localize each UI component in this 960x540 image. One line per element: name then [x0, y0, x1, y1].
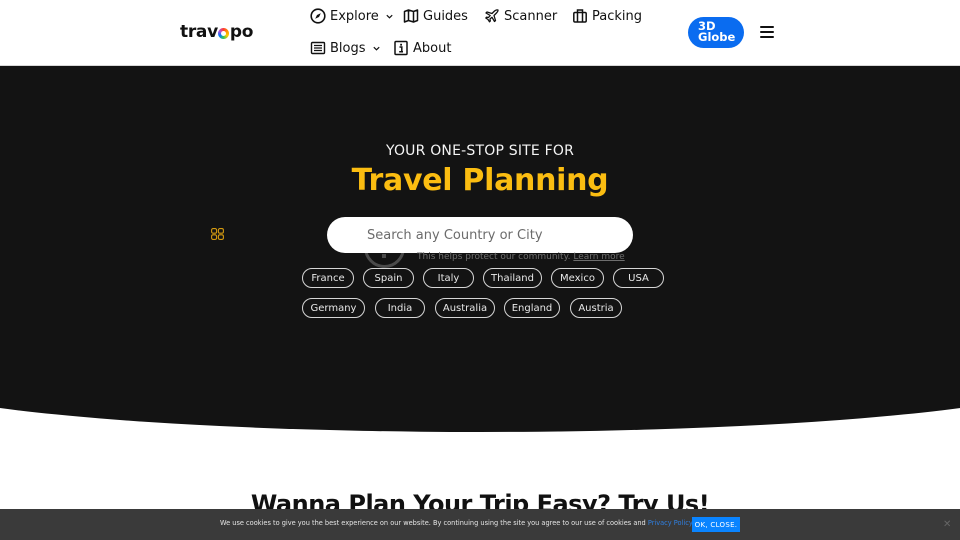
- map-icon: [403, 9, 419, 23]
- nav-scanner-label: Scanner: [504, 8, 558, 24]
- captcha-learn-more-link[interactable]: Learn more: [573, 252, 624, 262]
- privacy-policy-link[interactable]: Privacy Policy: [648, 519, 692, 527]
- nav-about[interactable]: About: [393, 40, 451, 56]
- nav-packing-label: Packing: [592, 8, 643, 24]
- logo-text-prefix: trav: [180, 22, 218, 42]
- search-input[interactable]: [327, 217, 633, 253]
- luggage-icon: [573, 9, 587, 23]
- chip-australia[interactable]: Australia: [435, 298, 495, 318]
- 3d-globe-button[interactable]: 3D Globe: [688, 17, 744, 48]
- hero-tagline: YOUR ONE-STOP SITE FOR: [385, 143, 575, 159]
- chip-england[interactable]: England: [504, 298, 560, 318]
- chip-france[interactable]: France: [302, 268, 354, 288]
- logo[interactable]: trav po: [180, 22, 253, 42]
- captcha-notice: This helps protect our community. Learn …: [417, 252, 625, 262]
- nav-explore-label: Explore: [330, 8, 379, 24]
- site-header: trav po Explore Guides Scanner Packing Bl…: [0, 0, 960, 66]
- nav-blogs[interactable]: Blogs: [310, 40, 381, 56]
- news-icon: [310, 41, 326, 55]
- close-icon[interactable]: ✕: [943, 519, 951, 530]
- nav-guides[interactable]: Guides: [403, 8, 468, 24]
- nav-packing[interactable]: Packing: [572, 8, 642, 24]
- nav-scanner[interactable]: Scanner: [484, 8, 557, 24]
- chip-usa[interactable]: USA: [613, 268, 664, 288]
- chip-thailand[interactable]: Thailand: [483, 268, 542, 288]
- chip-india[interactable]: India: [375, 298, 425, 318]
- hero-headline: Travel Planning: [351, 163, 609, 198]
- chip-mexico[interactable]: Mexico: [551, 268, 604, 288]
- nav-blogs-label: Blogs: [330, 40, 366, 56]
- nav-explore[interactable]: Explore: [310, 8, 394, 24]
- chevron-down-icon: [386, 14, 393, 19]
- logo-color-ring-icon: [218, 28, 230, 39]
- cookie-message-text: We use cookies to give you the best expe…: [220, 519, 648, 527]
- hamburger-icon[interactable]: [760, 26, 774, 38]
- nav-guides-label: Guides: [423, 8, 468, 24]
- info-icon: [394, 40, 408, 56]
- chevron-down-icon: [372, 46, 380, 51]
- compass-icon: [310, 8, 326, 24]
- cookie-ok-button[interactable]: OK, CLOSE.: [692, 517, 740, 532]
- chip-italy[interactable]: Italy: [423, 268, 474, 288]
- cookie-message: We use cookies to give you the best expe…: [220, 519, 694, 527]
- plane-icon: [485, 9, 499, 23]
- logo-text-suffix: po: [229, 22, 254, 42]
- globe-button-line2: Globe: [698, 30, 736, 44]
- nav-about-label: About: [413, 40, 452, 56]
- chip-austria[interactable]: Austria: [570, 298, 622, 318]
- cookie-banner: We use cookies to give you the best expe…: [0, 509, 960, 540]
- chip-spain[interactable]: Spain: [363, 268, 414, 288]
- grid-icon[interactable]: [211, 228, 224, 240]
- chip-germany[interactable]: Germany: [302, 298, 365, 318]
- captcha-notice-text: This helps protect our community.: [417, 252, 571, 262]
